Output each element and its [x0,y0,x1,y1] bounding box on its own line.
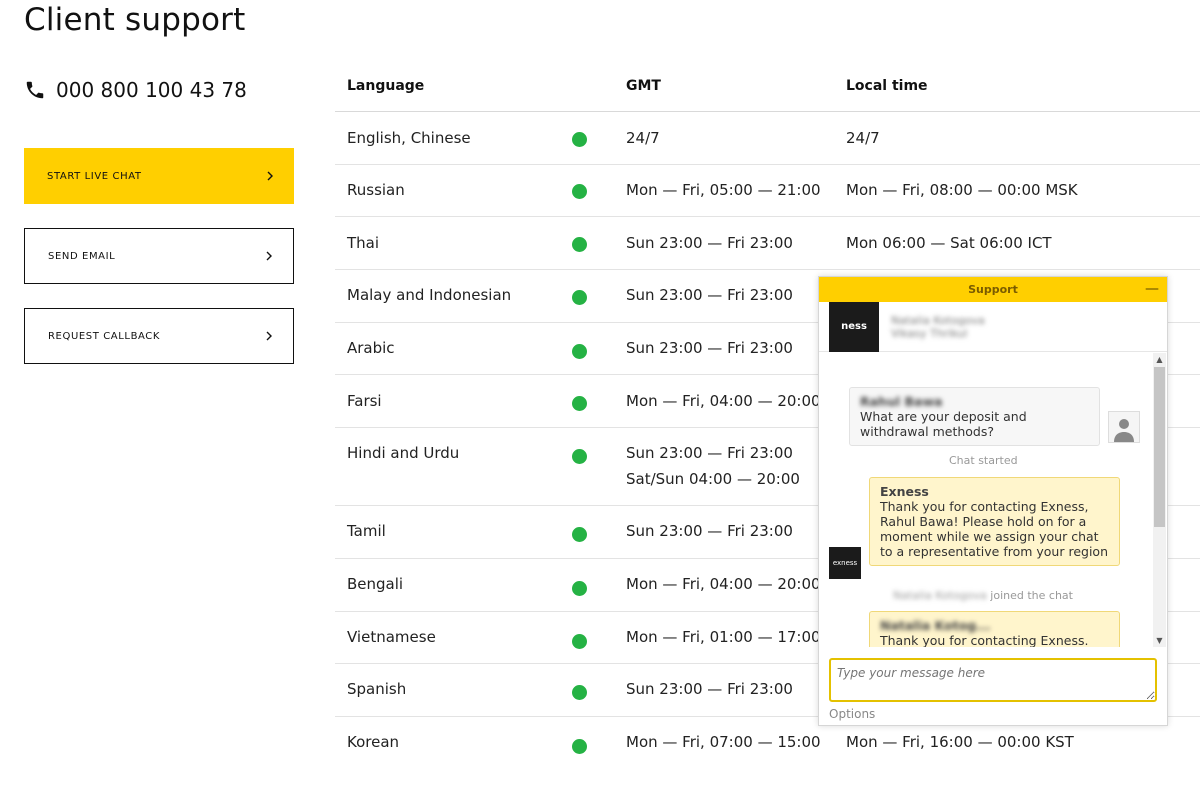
table-row: Russian Mon — Fri, 05:00 — 21:00 Mon — F… [335,165,1200,217]
local-time-cell: Mon — Fri, 08:00 — 00:00 MSK [846,181,1078,199]
send-email-label: SEND EMAIL [48,250,116,262]
table-row: English, Chinese 24/7 24/7 [335,112,1200,165]
status-online-dot [572,634,587,649]
start-live-chat-button[interactable]: START LIVE CHAT [24,148,294,204]
chevron-right-icon [266,171,274,181]
header-gmt: GMT [626,77,661,94]
language-cell: Tamil [347,522,386,540]
chat-header[interactable]: Support — [819,277,1167,302]
chevron-right-icon [265,251,273,261]
local-time-cell: 24/7 [846,129,880,147]
exness-avatar-icon: exness [829,547,861,579]
page-title: Client support [24,2,246,38]
joined-note: Natalia Kotogova joined the chat [893,589,1073,602]
gmt-cell: Sun 23:00 — Fri 23:00 [626,522,793,540]
user-message: Rahul Bawa What are your deposit and wit… [849,387,1100,446]
status-online-dot [572,739,587,754]
phone-number[interactable]: 000 800 100 43 78 [56,78,247,102]
local-time-cell: Mon 06:00 — Sat 06:00 ICT [846,234,1052,252]
support-chat-widget: Support — ness Natalia Kotogova Vikasy T… [818,276,1168,726]
status-online-dot [572,290,587,305]
agent-logo: ness [829,301,879,352]
request-callback-button[interactable]: REQUEST CALLBACK [24,308,294,364]
gmt-cell: 24/7 [626,129,660,147]
agent-name: Natalia Kotogova [891,313,985,327]
gmt-cell: Mon — Fri, 04:00 — 20:00 [626,575,821,593]
chat-started-note: Chat started [949,454,1018,467]
gmt-cell: Sun 23:00 — Fri 23:00 [626,234,793,252]
gmt-cell: Mon — Fri, 07:00 — 15:00 [626,733,821,751]
user-name: Rahul Bawa [860,394,943,409]
language-cell: Thai [347,234,380,252]
agent-message: Exness Thank you for contacting Exness, … [869,477,1120,566]
phone-icon [24,79,46,101]
gmt-cell: Sun 23:00 — Fri 23:00 [626,444,793,462]
language-cell: Malay and Indonesian [347,286,512,304]
agent-message-text: Thank you for contacting Exness, Rahul B… [880,499,1108,559]
agent-message-sender: Natalia Kotog... [880,618,991,633]
gmt-cell: Mon — Fri, 01:00 — 17:00 [626,628,821,646]
status-online-dot [572,449,587,464]
language-cell: Russian [347,181,405,199]
language-cell: Spanish [347,680,407,698]
joined-agent-name: Natalia Kotogova [893,589,987,602]
table-header: Language GMT Local time [335,60,1200,112]
language-cell: Bengali [347,575,404,593]
status-online-dot [572,344,587,359]
gmt-cell: Mon — Fri, 04:00 — 20:00 [626,392,821,410]
gmt-cell: Sun 23:00 — Fri 23:00 [626,339,793,357]
status-online-dot [572,396,587,411]
phone-contact: 000 800 100 43 78 [24,78,247,102]
table-row: Thai Sun 23:00 — Fri 23:00 Mon 06:00 — S… [335,217,1200,270]
header-local-time: Local time [846,77,928,94]
status-online-dot [572,184,587,199]
language-cell: Arabic [347,339,395,357]
user-avatar-icon [1108,411,1140,443]
scroll-thumb[interactable] [1154,367,1165,527]
language-cell: Korean [347,733,400,751]
agent-bar: ness Natalia Kotogova Vikasy Thrikul [819,301,1167,352]
chat-messages: Rahul Bawa What are your deposit and wit… [819,353,1153,647]
status-online-dot [572,527,587,542]
gmt-cell-secondary: Sat/Sun 04:00 — 20:00 [626,470,800,488]
agent-message-sender: Exness [880,484,929,499]
language-cell: Hindi and Urdu [347,444,460,462]
send-email-button[interactable]: SEND EMAIL [24,228,294,284]
agent-message: Natalia Kotog... Thank you for contactin… [869,611,1120,647]
status-online-dot [572,685,587,700]
start-live-chat-label: START LIVE CHAT [47,170,142,182]
user-message-text: What are your deposit and withdrawal met… [860,409,1027,439]
joined-text: joined the chat [990,589,1073,602]
scroll-down-icon[interactable]: ▼ [1153,634,1166,647]
chat-message-input[interactable] [829,658,1157,702]
options-link[interactable]: Options [829,707,875,721]
scroll-up-icon[interactable]: ▲ [1153,353,1166,366]
status-online-dot [572,132,587,147]
request-callback-label: REQUEST CALLBACK [48,330,161,342]
status-online-dot [572,581,587,596]
local-time-cell: Mon — Fri, 16:00 — 00:00 KST [846,733,1074,751]
chat-title: Support [968,283,1018,296]
header-language: Language [347,77,425,94]
status-online-dot [572,237,587,252]
gmt-cell: Sun 23:00 — Fri 23:00 [626,286,793,304]
gmt-cell: Mon — Fri, 05:00 — 21:00 [626,181,821,199]
minimize-icon[interactable]: — [1145,281,1159,297]
language-cell: English, Chinese [347,129,471,147]
language-cell: Farsi [347,392,382,410]
agent-role: Vikasy Thrikul [891,326,968,340]
chevron-right-icon [265,331,273,341]
chat-scrollbar[interactable]: ▲ ▼ [1153,353,1166,647]
agent-message-text: Thank you for contacting Exness. [880,633,1089,647]
language-cell: Vietnamese [347,628,436,646]
gmt-cell: Sun 23:00 — Fri 23:00 [626,680,793,698]
